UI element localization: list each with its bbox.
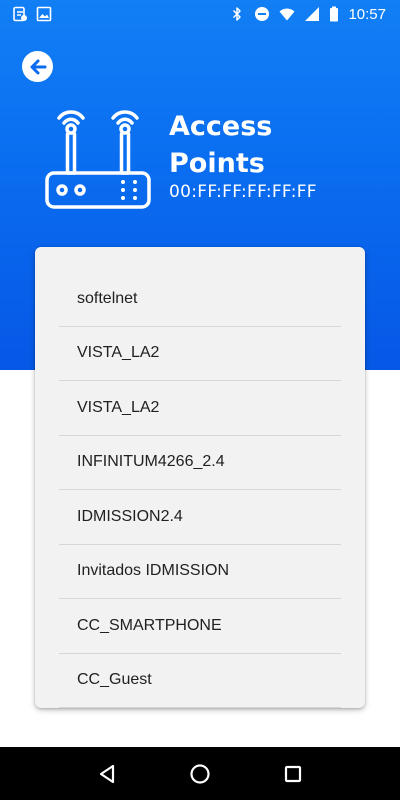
access-point-item[interactable]: Invitados IDMISSION <box>59 545 341 599</box>
access-point-item[interactable]: CC_Guest <box>59 654 341 708</box>
recents-square-icon <box>285 765 302 782</box>
access-point-item[interactable]: INFINITUM4266_2.4 <box>59 436 341 490</box>
wifi-icon <box>279 6 295 22</box>
access-point-ssid: CC_Guest <box>77 671 152 689</box>
access-point-ssid: INFINITUM4266_2.4 <box>77 453 225 471</box>
router-icon <box>45 110 151 209</box>
access-point-item[interactable]: IDMISSION2.4 <box>59 490 341 545</box>
status-bar-time: 10:57 <box>348 5 386 23</box>
nav-back-button[interactable] <box>87 754 127 794</box>
access-point-item[interactable]: softelnet <box>59 272 341 327</box>
nav-recents-button[interactable] <box>273 754 313 794</box>
access-point-item[interactable]: VISTA_LA2 <box>59 381 341 436</box>
access-point-ssid: Invitados IDMISSION <box>77 562 230 580</box>
system-navigation-bar <box>0 747 400 800</box>
cell-signal-icon <box>304 6 320 22</box>
page-title-line-2: Points <box>169 148 265 179</box>
access-point-ssid: IDMISSION2.4 <box>77 507 183 525</box>
bluetooth-icon <box>229 6 245 22</box>
page-title: Access Points <box>169 108 369 182</box>
page-title-line-1: Access <box>169 111 273 142</box>
access-point-list[interactable]: softelnet VISTA_LA2 VISTA_LA2 INFINITUM4… <box>35 247 365 708</box>
back-triangle-icon <box>99 764 114 783</box>
access-point-ssid: VISTA_LA2 <box>77 398 160 416</box>
access-point-ssid: VISTA_LA2 <box>77 344 160 362</box>
access-point-ssid: softelnet <box>77 289 138 307</box>
access-point-ssid: CC_SMARTPHONE <box>77 616 222 634</box>
battery-icon <box>329 6 339 22</box>
access-point-item[interactable]: CC_SMARTPHONE <box>59 599 341 654</box>
access-point-card: softelnet VISTA_LA2 VISTA_LA2 INFINITUM4… <box>35 247 365 708</box>
status-bar-left <box>12 6 52 22</box>
back-button[interactable] <box>22 51 53 82</box>
status-bar: 10:57 <box>0 0 400 28</box>
arrow-left-icon <box>30 59 46 74</box>
status-bar-right: 10:57 <box>229 6 386 23</box>
access-point-item[interactable]: VISTA_LA2 <box>59 327 341 381</box>
image-notification-icon <box>36 6 52 22</box>
do-not-disturb-icon <box>254 6 270 22</box>
home-circle-icon <box>190 763 210 784</box>
screencast-notification-icon <box>12 6 28 22</box>
mac-address: 00:FF:FF:FF:FF:FF <box>169 182 317 202</box>
nav-home-button[interactable] <box>180 754 220 794</box>
